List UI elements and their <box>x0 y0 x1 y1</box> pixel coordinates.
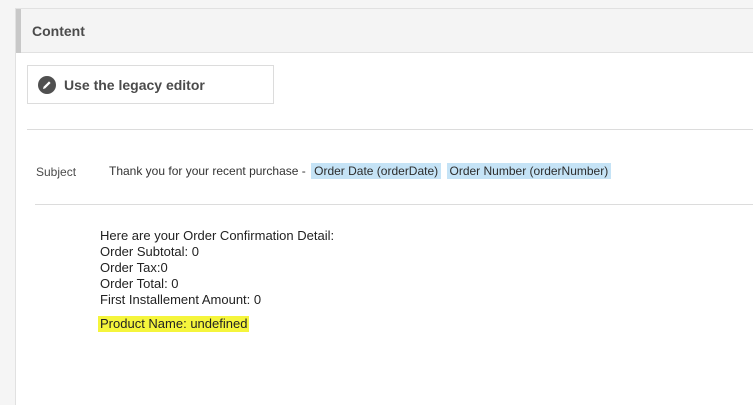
divider <box>27 129 753 130</box>
subject-text: Thank you for your recent purchase - <box>109 164 306 178</box>
section-header: Content <box>16 9 753 53</box>
body-line: Order Total: 0 <box>100 276 179 291</box>
pencil-icon <box>38 76 56 94</box>
content-panel: Content Use the legacy editor Subject Th… <box>15 8 753 405</box>
order-date-token[interactable]: Order Date (orderDate) <box>311 163 442 179</box>
body-line: Order Subtotal: 0 <box>100 244 199 259</box>
section-title: Content <box>32 23 85 39</box>
section-accent <box>16 9 21 53</box>
subject-field[interactable]: Thank you for your recent purchase - Ord… <box>109 163 612 179</box>
legacy-editor-label: Use the legacy editor <box>64 77 205 93</box>
body-line: Here are your Order Confirmation Detail: <box>100 228 335 243</box>
email-body[interactable]: Here are your Order Confirmation Detail:… <box>98 228 335 332</box>
subject-label: Subject <box>36 165 77 179</box>
body-line: First Installement Amount: 0 <box>100 292 262 307</box>
body-line: Order Tax:0 <box>100 260 168 275</box>
use-legacy-editor-button[interactable]: Use the legacy editor <box>27 65 274 104</box>
order-number-token[interactable]: Order Number (orderNumber) <box>446 163 612 179</box>
highlighted-product-line: Product Name: undefined <box>98 316 250 332</box>
divider <box>35 204 753 205</box>
